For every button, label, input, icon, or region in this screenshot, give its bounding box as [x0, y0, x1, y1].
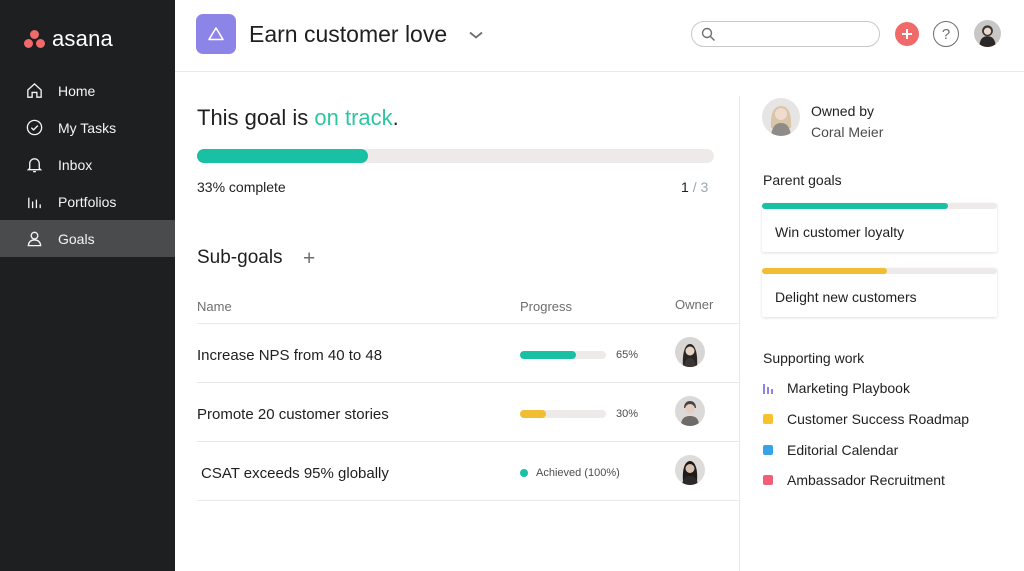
goal-status: This goal is on track.: [197, 105, 399, 131]
status-suffix: .: [392, 105, 399, 130]
supporting-work-label: Editorial Calendar: [787, 442, 899, 458]
add-subgoal-button[interactable]: +: [303, 247, 315, 271]
supporting-work-label: Ambassador Recruitment: [787, 472, 945, 488]
supporting-work-title: Supporting work: [763, 350, 865, 366]
avatar[interactable]: [974, 20, 1001, 47]
goal-icon: [196, 14, 236, 54]
owned-by-label: Owned by: [811, 103, 875, 119]
subgoal-name[interactable]: Increase NPS from 40 to 48: [197, 347, 382, 364]
sidebar-item-label: Inbox: [58, 156, 93, 173]
subgoal-name[interactable]: CSAT exceeds 95% globally: [201, 465, 389, 482]
sidebar-nav: Home My Tasks Inbox Portfolios Goals: [0, 72, 175, 257]
subgoals-title: Sub-goals: [197, 247, 283, 268]
project-color-icon: [763, 475, 773, 485]
person-icon: [27, 231, 42, 247]
supporting-work-item[interactable]: Marketing Playbook: [763, 380, 910, 396]
asana-logo[interactable]: asana: [24, 26, 113, 52]
panel-divider: [739, 96, 740, 571]
subgoal-progress-fill: [520, 351, 576, 359]
sidebar-item-inbox[interactable]: Inbox: [0, 146, 175, 183]
completion-count: 1 / 3: [681, 179, 708, 195]
sidebar: asana Home My Tasks Inbox Portfolios Goa…: [0, 0, 175, 571]
goal-progress-bar: [197, 149, 714, 163]
parent-goal-label: Win customer loyalty: [775, 224, 905, 240]
supporting-work-label: Customer Success Roadmap: [787, 411, 970, 427]
portfolio-icon: [763, 384, 773, 394]
supporting-work-item[interactable]: Customer Success Roadmap: [763, 411, 969, 427]
avatar[interactable]: [762, 98, 800, 136]
add-button[interactable]: [895, 22, 919, 46]
percent-complete: 33% complete: [197, 179, 286, 195]
sidebar-item-label: Portfolios: [58, 193, 117, 210]
column-header-progress: Progress: [520, 299, 573, 314]
home-icon: [27, 82, 42, 98]
search-input[interactable]: [691, 21, 880, 47]
parent-goal-card[interactable]: Win customer loyalty: [762, 203, 997, 252]
owner-name[interactable]: Coral Meier: [811, 124, 883, 140]
page-header: Earn customer love ?: [175, 0, 1024, 72]
total-count: / 3: [692, 179, 709, 195]
chevron-down-icon[interactable]: [467, 26, 485, 44]
project-color-icon: [763, 445, 773, 455]
sidebar-item-goals[interactable]: Goals: [0, 220, 175, 257]
column-header-name: Name: [197, 299, 232, 314]
table-divider: [197, 323, 739, 324]
sidebar-item-my-tasks[interactable]: My Tasks: [0, 109, 175, 146]
avatar[interactable]: [675, 455, 705, 485]
sidebar-item-home[interactable]: Home: [0, 72, 175, 109]
subgoal-progress-bar: [520, 410, 606, 418]
page-title: Earn customer love: [249, 21, 448, 47]
parent-goal-progress-fill: [762, 203, 948, 209]
subgoal-progress-bar: [520, 351, 606, 359]
supporting-work-item[interactable]: Ambassador Recruitment: [763, 472, 945, 488]
subgoal-progress-percent: 65%: [616, 349, 639, 361]
subgoal-progress-fill: [520, 410, 546, 418]
bell-icon: [26, 158, 43, 173]
parent-goal-progress-fill: [762, 268, 887, 274]
brand-name: asana: [52, 26, 113, 51]
asana-logo-icon: [24, 29, 46, 49]
status-dot: [520, 469, 528, 477]
completed-count: 1: [681, 179, 689, 195]
supporting-work-label: Marketing Playbook: [787, 380, 910, 396]
parent-goal-label: Delight new customers: [775, 289, 917, 305]
achieved-label: Achieved (100%): [536, 467, 620, 479]
avatar[interactable]: [675, 337, 705, 367]
help-button[interactable]: ?: [933, 21, 959, 47]
subgoal-name[interactable]: Promote 20 customer stories: [197, 406, 389, 423]
sidebar-item-label: Goals: [58, 230, 95, 247]
sidebar-item-label: My Tasks: [58, 119, 117, 136]
bar-chart-icon: [28, 197, 41, 209]
plus-icon: [902, 29, 912, 39]
achieved-status: Achieved (100%): [520, 467, 620, 479]
table-row-divider: [197, 500, 739, 501]
supporting-work-item[interactable]: Editorial Calendar: [763, 442, 898, 458]
table-row-divider: [197, 382, 739, 383]
column-header-owner: Owner: [675, 297, 714, 312]
sidebar-item-label: Home: [58, 82, 96, 99]
search-icon: [701, 27, 715, 41]
status-prefix: This goal is: [197, 105, 315, 130]
parent-goal-card[interactable]: Delight new customers: [762, 268, 997, 317]
subgoal-progress-percent: 30%: [616, 408, 639, 420]
parent-goals-title: Parent goals: [763, 172, 842, 188]
status-value: on track: [314, 105, 393, 130]
sidebar-item-portfolios[interactable]: Portfolios: [0, 183, 175, 220]
avatar[interactable]: [675, 396, 705, 426]
project-color-icon: [763, 414, 773, 424]
check-circle-icon: [26, 119, 43, 136]
goal-progress-fill: [197, 149, 368, 163]
table-row-divider: [197, 441, 739, 442]
